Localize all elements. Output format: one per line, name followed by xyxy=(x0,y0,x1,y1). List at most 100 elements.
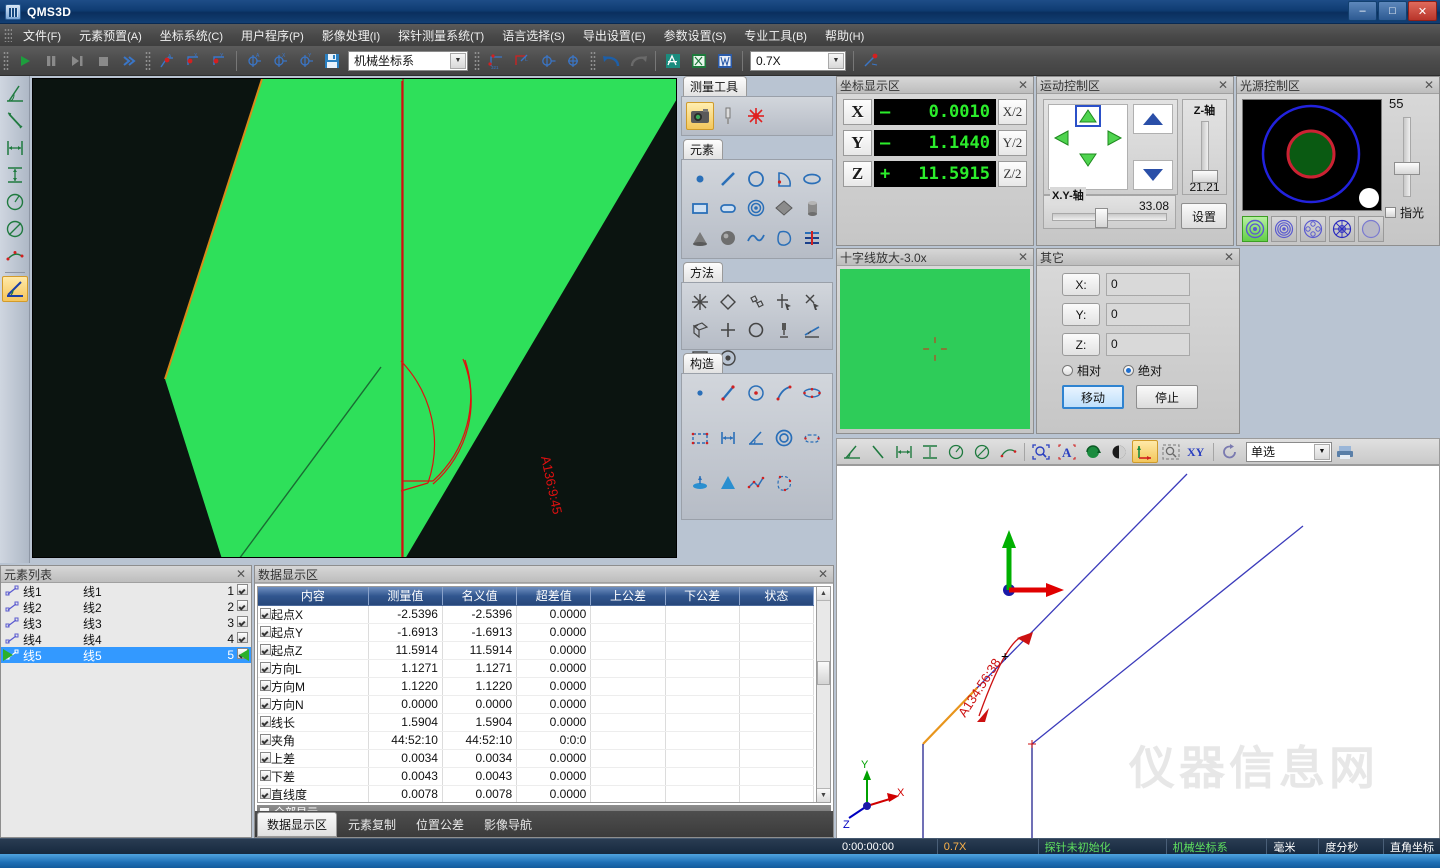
menu-professional-tools[interactable]: 专业工具(B) xyxy=(735,24,816,47)
construct-distance-icon[interactable] xyxy=(714,424,742,452)
save-icon[interactable] xyxy=(320,49,344,73)
set-origin-y-icon[interactable]: Y xyxy=(207,49,231,73)
target-x-input[interactable]: 0 xyxy=(1106,273,1190,296)
cone-icon[interactable] xyxy=(686,224,714,252)
set-origin-x-icon[interactable]: X xyxy=(181,49,205,73)
fast-forward-icon[interactable] xyxy=(117,49,141,73)
rotate-ccw-axis-icon[interactable] xyxy=(536,49,560,73)
line-measure-icon[interactable] xyxy=(2,108,28,134)
column-header-nominal[interactable]: 名义值 xyxy=(442,587,516,605)
probe-icon[interactable] xyxy=(714,102,742,130)
row-checkbox[interactable] xyxy=(260,716,271,727)
move-right-button[interactable] xyxy=(1101,127,1127,149)
multi-point-icon[interactable] xyxy=(686,288,714,316)
close-icon[interactable]: ✕ xyxy=(1216,78,1230,92)
element-visible-checkbox[interactable] xyxy=(237,584,251,598)
camera-viewport[interactable]: A136:9:45 xyxy=(32,78,677,558)
table-row[interactable]: 起点Z 11.5914 11.5914 0.0000 xyxy=(258,641,814,659)
rotate-y-icon[interactable]: Y xyxy=(294,49,318,73)
move-button[interactable]: 移动 xyxy=(1062,385,1124,409)
z-axis-half-button[interactable]: Z/2 xyxy=(998,161,1027,187)
cylinder-icon[interactable] xyxy=(798,194,826,222)
move-left-button[interactable] xyxy=(1049,127,1075,149)
refresh-view-icon[interactable] xyxy=(1217,440,1243,463)
target-y-label[interactable]: Y: xyxy=(1062,303,1100,326)
angle-measure-icon[interactable] xyxy=(2,81,28,107)
close-icon[interactable]: ✕ xyxy=(1222,250,1236,264)
table-row[interactable]: 方向N 0.0000 0.0000 0.0000 xyxy=(258,695,814,713)
ring-icon[interactable] xyxy=(742,194,770,222)
move-z-up-button[interactable] xyxy=(1133,104,1173,134)
column-header-status[interactable]: 状态 xyxy=(739,587,813,605)
menu-grip-handle[interactable] xyxy=(4,28,12,42)
menu-element-preset[interactable]: 元素预置(A) xyxy=(70,24,151,47)
plane-icon[interactable] xyxy=(770,194,798,222)
circle-icon[interactable] xyxy=(742,165,770,193)
box-scan-icon[interactable] xyxy=(686,316,714,344)
height-measure-icon[interactable] xyxy=(2,162,28,188)
construct-angle-icon[interactable] xyxy=(742,424,770,452)
light-ring-mode-2-icon[interactable] xyxy=(1271,216,1297,242)
321-align-icon[interactable]: 321 xyxy=(484,49,508,73)
chevron-down-icon[interactable]: ▼ xyxy=(450,53,466,69)
menu-file[interactable]: 文件(F) xyxy=(14,24,70,47)
edge-trace-icon[interactable] xyxy=(798,288,826,316)
distance-measure-icon[interactable] xyxy=(2,135,28,161)
table-row[interactable]: 夹角 44:52:10 44:52:10 0:0:0 xyxy=(258,731,814,749)
construct-tools-tab[interactable]: 构造 xyxy=(683,353,723,373)
toolbar-grip-4[interactable] xyxy=(590,51,596,71)
element-tools-tab[interactable]: 元素 xyxy=(683,139,723,159)
chain-icon[interactable] xyxy=(742,288,770,316)
table-row[interactable]: 方向M 1.1220 1.1220 0.0000 xyxy=(258,677,814,695)
table-row[interactable]: 起点Y -1.6913 -1.6913 0.0000 xyxy=(258,623,814,641)
row-checkbox[interactable] xyxy=(260,734,271,745)
close-icon[interactable]: ✕ xyxy=(816,567,830,581)
tab-position-tolerance[interactable]: 位置公差 xyxy=(407,813,473,836)
zoom-level-select[interactable]: 0.7X ▼ xyxy=(750,51,846,71)
slot-icon[interactable] xyxy=(714,194,742,222)
zoom-window-icon[interactable] xyxy=(1158,440,1184,463)
play-icon[interactable] xyxy=(13,49,37,73)
probe-touch-icon[interactable] xyxy=(770,316,798,344)
chevron-down-icon[interactable]: ▼ xyxy=(828,53,844,69)
absolute-radio[interactable] xyxy=(1123,365,1134,376)
rotate-a-icon[interactable]: A xyxy=(242,49,266,73)
close-icon[interactable]: ✕ xyxy=(234,567,248,581)
tab-element-copy[interactable]: 元素复制 xyxy=(339,813,405,836)
element-visible-checkbox[interactable] xyxy=(237,616,251,630)
target-z-label[interactable]: Z: xyxy=(1062,333,1100,356)
column-header-upper-tol[interactable]: 上公差 xyxy=(591,587,665,605)
construct-circle-icon[interactable] xyxy=(742,379,770,407)
undo-icon[interactable] xyxy=(600,49,624,73)
menu-user-program[interactable]: 用户程序(P) xyxy=(232,24,313,47)
circle-scan-icon[interactable] xyxy=(742,316,770,344)
stop-button[interactable]: 停止 xyxy=(1136,385,1198,409)
close-button[interactable]: ✕ xyxy=(1408,1,1437,21)
cross-scan-icon[interactable] xyxy=(714,316,742,344)
move-up-button[interactable] xyxy=(1075,105,1101,127)
move-z-down-button[interactable] xyxy=(1133,160,1173,190)
scrollbar-thumb[interactable] xyxy=(817,661,830,685)
column-header-measured[interactable]: 测量值 xyxy=(368,587,442,605)
tab-data-display[interactable]: 数据显示区 xyxy=(257,812,337,837)
probe-icon[interactable] xyxy=(859,49,883,73)
menu-help[interactable]: 帮助(H) xyxy=(816,24,873,47)
model-3d-view[interactable]: A134:56:38 + Y X Z 仪器信息网 xyxy=(836,465,1440,839)
ellipse-icon[interactable] xyxy=(798,165,826,193)
zoom-select-icon[interactable] xyxy=(1028,440,1054,463)
menu-parameter-settings[interactable]: 参数设置(S) xyxy=(655,24,736,47)
table-row[interactable]: 方向L 1.1271 1.1271 0.0000 xyxy=(258,659,814,677)
line-icon[interactable] xyxy=(714,165,742,193)
construct-contour-icon[interactable] xyxy=(770,469,798,497)
z-axis-zero-button[interactable]: Z xyxy=(843,161,872,187)
axis-align-icon[interactable]: L xyxy=(510,49,534,73)
text-annotate-icon[interactable]: A xyxy=(1054,440,1080,463)
xy-speed-slider[interactable] xyxy=(1052,213,1167,221)
rectangle-icon[interactable] xyxy=(686,194,714,222)
diamond-icon[interactable] xyxy=(714,288,742,316)
row-checkbox[interactable] xyxy=(260,608,271,619)
point-icon[interactable] xyxy=(686,165,714,193)
stop-icon[interactable] xyxy=(91,49,115,73)
step-icon[interactable] xyxy=(65,49,89,73)
menu-probe-system[interactable]: 探针测量系统(T) xyxy=(389,24,493,47)
